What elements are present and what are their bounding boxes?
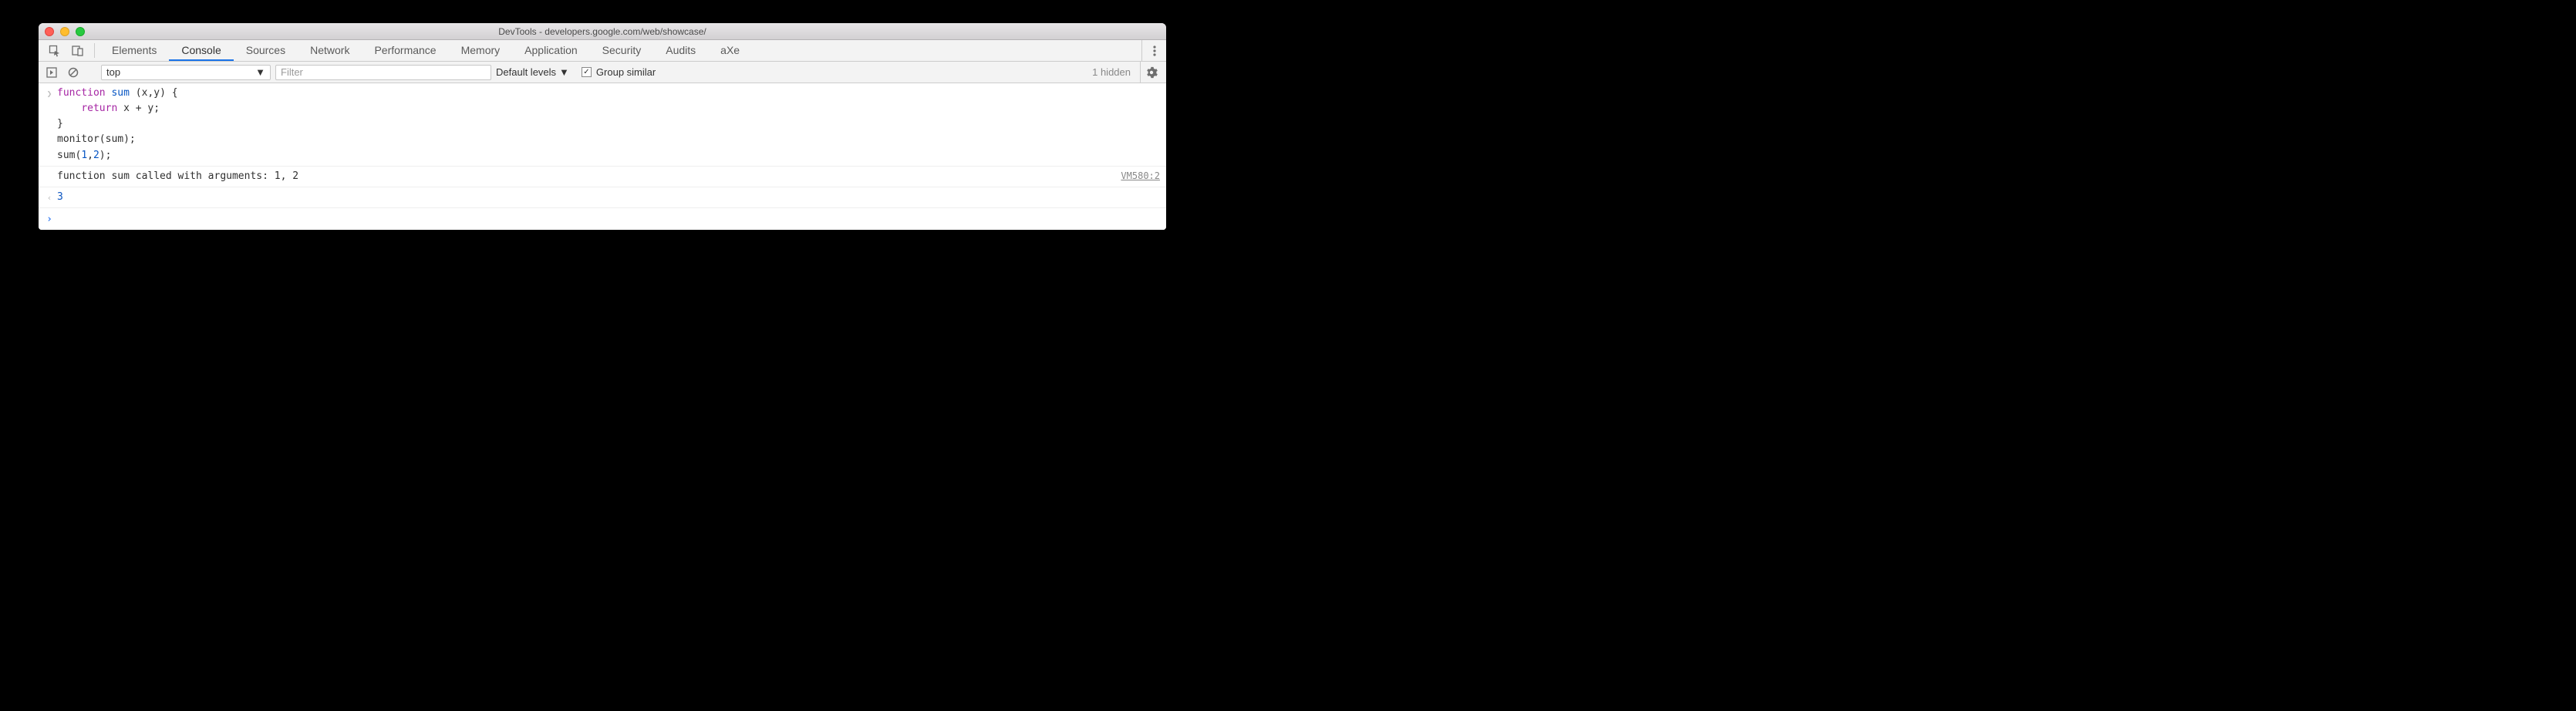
group-similar-checkbox[interactable]: ✓ Group similar bbox=[582, 66, 656, 78]
settings-gear-icon[interactable] bbox=[1140, 62, 1162, 83]
devtools-window: DevTools - developers.google.com/web/sho… bbox=[39, 23, 1166, 230]
divider bbox=[94, 43, 95, 58]
tab-elements[interactable]: Elements bbox=[99, 40, 169, 61]
group-similar-label: Group similar bbox=[596, 66, 656, 78]
context-value: top bbox=[106, 66, 120, 78]
tab-console[interactable]: Console bbox=[169, 40, 233, 61]
tab-security[interactable]: Security bbox=[590, 40, 654, 61]
tab-sources[interactable]: Sources bbox=[234, 40, 298, 61]
console-result-row: ‹ 3 bbox=[39, 187, 1166, 208]
tab-application[interactable]: Application bbox=[512, 40, 590, 61]
prompt-chevron-icon: › bbox=[42, 211, 57, 227]
device-toolbar-icon[interactable] bbox=[66, 40, 89, 61]
result-value: 3 bbox=[57, 190, 1160, 205]
tab-audits[interactable]: Audits bbox=[653, 40, 708, 61]
tab-memory[interactable]: Memory bbox=[449, 40, 513, 61]
console-toolbar: top ▼ Default levels ▼ ✓ Group similar 1… bbox=[39, 62, 1166, 83]
panel-tabs: Elements Console Sources Network Perform… bbox=[39, 40, 1166, 62]
clear-console-icon[interactable] bbox=[65, 65, 82, 80]
console-output: ❯ function sum (x,y) { return x + y; } m… bbox=[39, 83, 1166, 230]
kebab-menu-icon[interactable] bbox=[1141, 40, 1166, 61]
log-gutter bbox=[42, 169, 57, 170]
traffic-lights bbox=[45, 27, 85, 36]
inspect-element-icon[interactable] bbox=[43, 40, 66, 61]
window-title: DevTools - developers.google.com/web/sho… bbox=[39, 26, 1166, 37]
result-chevron-icon: ‹ bbox=[42, 190, 57, 204]
input-chevron-icon: ❯ bbox=[42, 86, 57, 100]
log-levels-selector[interactable]: Default levels ▼ bbox=[496, 66, 569, 78]
log-message: function sum called with arguments: 1, 2 bbox=[57, 169, 1121, 184]
zoom-window-button[interactable] bbox=[76, 27, 85, 36]
toggle-sidebar-icon[interactable] bbox=[43, 65, 60, 80]
filter-input[interactable] bbox=[275, 65, 491, 80]
levels-label: Default levels bbox=[496, 66, 556, 78]
checkbox-icon: ✓ bbox=[582, 67, 592, 77]
tab-network[interactable]: Network bbox=[298, 40, 362, 61]
close-window-button[interactable] bbox=[45, 27, 54, 36]
tab-performance[interactable]: Performance bbox=[362, 40, 448, 61]
tab-axe[interactable]: aXe bbox=[708, 40, 752, 61]
titlebar: DevTools - developers.google.com/web/sho… bbox=[39, 23, 1166, 40]
chevron-down-icon: ▼ bbox=[559, 66, 569, 78]
hidden-messages-count[interactable]: 1 hidden bbox=[1092, 66, 1131, 78]
console-prompt-row[interactable]: › bbox=[39, 208, 1166, 230]
chevron-down-icon: ▼ bbox=[255, 66, 265, 78]
console-input-row: ❯ function sum (x,y) { return x + y; } m… bbox=[39, 83, 1166, 167]
minimize-window-button[interactable] bbox=[60, 27, 69, 36]
source-link[interactable]: VM580:2 bbox=[1121, 169, 1160, 184]
console-log-row: function sum called with arguments: 1, 2… bbox=[39, 167, 1166, 187]
entered-code: function sum (x,y) { return x + y; } mon… bbox=[57, 86, 1160, 163]
context-selector[interactable]: top ▼ bbox=[101, 65, 271, 80]
